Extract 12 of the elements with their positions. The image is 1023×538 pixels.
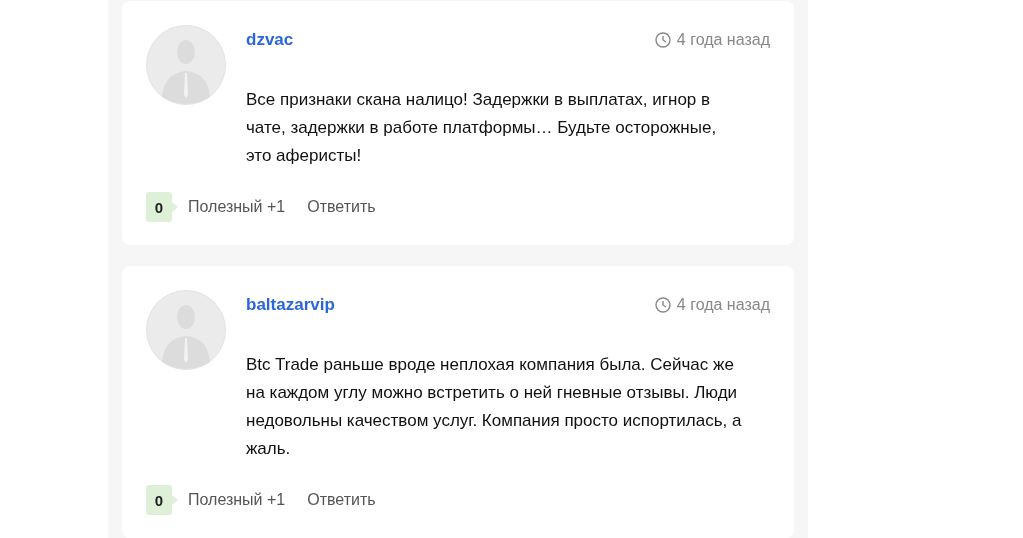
comment-time: 4 года назад: [676, 296, 770, 314]
comment-time: 4 года назад: [676, 31, 770, 49]
comment-text: Все признаки скана налицо! Задержки в выплатах, игнор в чате, задержки в работе платформы… Будьте осторожные, это аферисты!: [246, 89, 718, 167]
reply-link[interactable]: Ответить: [307, 198, 376, 216]
useful-link[interactable]: Полезный +1: [188, 198, 286, 216]
comment-text: Btc Trade раньше вроде неплохая компания была. Сейчас же на каждом углу можно встретить о ней гневные отзывы. Люди недовольны качеством услуг. Компания просто испортилась, а жаль.: [246, 354, 742, 460]
vote-count: 0: [146, 192, 172, 222]
author-link[interactable]: dzvac: [246, 30, 294, 50]
useful-link[interactable]: Полезный +1: [188, 491, 286, 509]
vote-count: 0: [146, 485, 172, 515]
reply-link[interactable]: Ответить: [307, 491, 376, 509]
author-link[interactable]: baltazarvip: [246, 295, 335, 315]
